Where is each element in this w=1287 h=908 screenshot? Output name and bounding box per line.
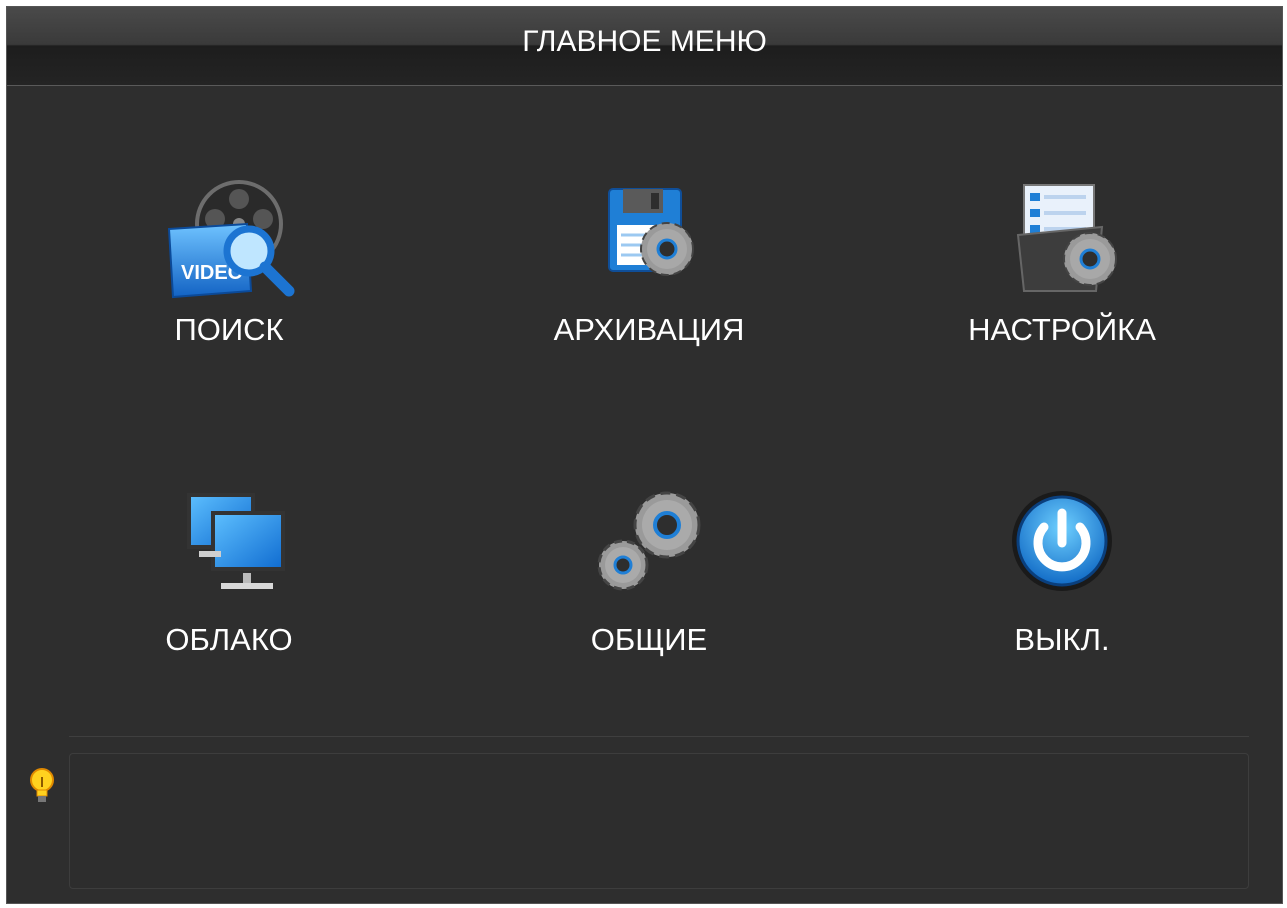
- menu-item-label: ОБЛАКО: [165, 622, 293, 657]
- network-monitors-icon: [187, 493, 285, 589]
- menu-item-label: ВЫКЛ.: [1014, 622, 1110, 657]
- title-bar: ГЛАВНОЕ МЕНЮ: [7, 7, 1282, 86]
- menu-item-label: ОБЩИЕ: [590, 622, 708, 657]
- lightbulb-icon: [30, 768, 54, 802]
- video-search-icon: VIDEO: [167, 180, 295, 299]
- main-menu-window: ГЛАВНОЕ МЕНЮ VIDEO ПОИСК АРХИВАЦИЯ НАСТР…: [6, 6, 1283, 904]
- backup-floppy-gear-icon: [608, 188, 694, 276]
- menu-item-backup[interactable]: АРХИВАЦИЯ: [499, 179, 799, 348]
- hint-panel: [69, 753, 1249, 889]
- hint-divider: [69, 736, 1249, 737]
- window-title: ГЛАВНОЕ МЕНЮ: [522, 25, 767, 58]
- settings-folder-gear-icon: [1016, 184, 1117, 292]
- menu-item-general[interactable]: ОБЩИЕ: [499, 489, 799, 658]
- menu-item-label: НАСТРОЙКА: [968, 312, 1156, 347]
- menu-item-search[interactable]: VIDEO ПОИСК: [79, 179, 379, 348]
- menu-item-power-off[interactable]: ВЫКЛ.: [912, 489, 1212, 658]
- gears-icon: [597, 491, 701, 591]
- menu-item-cloud[interactable]: ОБЛАКО: [79, 489, 379, 658]
- menu-item-label: ПОИСК: [174, 312, 284, 347]
- power-icon: [1012, 491, 1112, 591]
- menu-item-label: АРХИВАЦИЯ: [553, 312, 745, 347]
- menu-item-settings[interactable]: НАСТРОЙКА: [912, 179, 1212, 348]
